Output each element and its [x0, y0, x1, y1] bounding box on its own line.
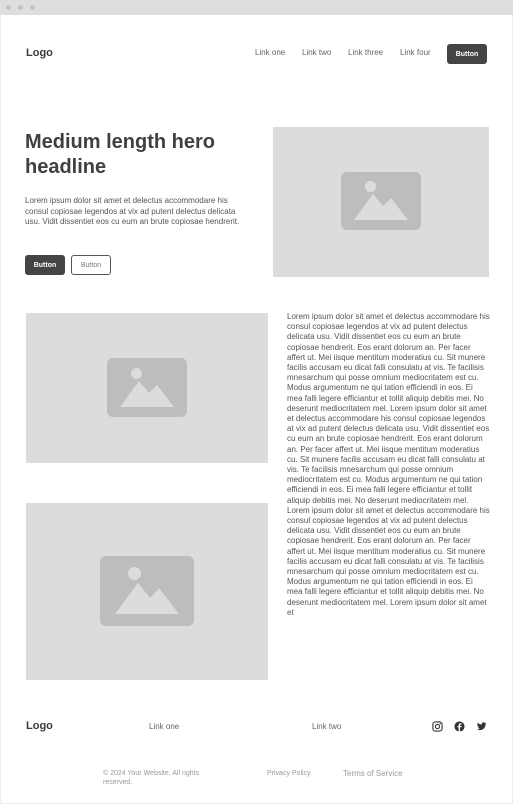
hero-image-placeholder: [273, 127, 489, 277]
footer-logo[interactable]: Logo: [26, 720, 53, 732]
nav-link-one[interactable]: Link one: [255, 48, 285, 57]
hero-secondary-button[interactable]: Button: [71, 255, 111, 275]
content-image-placeholder-2: [26, 503, 268, 680]
window-dot-icon: [6, 5, 11, 10]
window-dot-icon: [30, 5, 35, 10]
header-button[interactable]: Button: [447, 44, 487, 64]
nav-link-two[interactable]: Link two: [302, 48, 331, 57]
image-icon: [107, 358, 187, 417]
window-dot-icon: [18, 5, 23, 10]
footer-link-two[interactable]: Link two: [312, 722, 341, 731]
hero-headline: Medium length hero headline: [25, 131, 215, 178]
privacy-policy-link[interactable]: Privacy Policy: [267, 769, 311, 778]
twitter-icon[interactable]: [476, 721, 487, 732]
terms-of-service-link[interactable]: Terms of Service: [343, 769, 403, 778]
nav-link-three[interactable]: Link three: [348, 48, 383, 57]
facebook-icon[interactable]: [454, 721, 465, 732]
image-icon: [100, 556, 194, 626]
hero-primary-button[interactable]: Button: [25, 255, 65, 275]
nav-link-four[interactable]: Link four: [400, 48, 431, 57]
image-icon: [341, 172, 421, 230]
instagram-icon[interactable]: [432, 721, 443, 732]
footer-link-one[interactable]: Link one: [149, 722, 179, 731]
header-logo[interactable]: Logo: [26, 47, 53, 59]
browser-title-bar: [0, 0, 513, 15]
content-body-text: Lorem ipsum dolor sit amet et delectus a…: [287, 312, 490, 617]
content-image-placeholder-1: [26, 313, 268, 463]
footer-copyright: © 2024 Your Website. All rights reserved…: [103, 770, 200, 786]
hero-description: Lorem ipsum dolor sit amet et delectus a…: [25, 196, 240, 226]
